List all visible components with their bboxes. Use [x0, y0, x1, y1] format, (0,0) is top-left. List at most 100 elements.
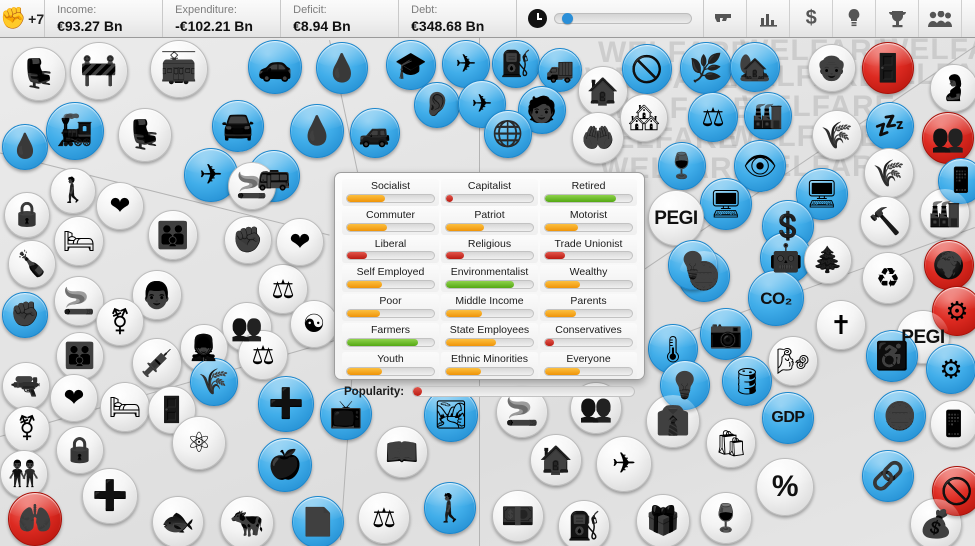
- lung-cancer-icon[interactable]: 🫁: [8, 492, 62, 546]
- voter-group-capitalist[interactable]: Capitalist: [441, 179, 538, 206]
- health-dollar-icon[interactable]: ➕: [258, 376, 314, 432]
- voter-group-parents[interactable]: Parents: [540, 294, 637, 321]
- camera-icon[interactable]: 📷: [700, 308, 752, 360]
- person-standing-icon[interactable]: 🚶: [50, 168, 96, 214]
- voter-group-middle-income[interactable]: Middle Income: [441, 294, 538, 321]
- housing-subsidy-icon[interactable]: 🏡: [730, 42, 780, 92]
- pegi-rating-icon[interactable]: PEGI: [648, 190, 704, 246]
- tram-icon[interactable]: 🚋: [150, 40, 208, 98]
- gdp-icon[interactable]: GDP: [762, 392, 814, 444]
- protest-crowd-icon[interactable]: 👥: [922, 112, 974, 164]
- petrol-tax-icon[interactable]: ⛽: [558, 500, 610, 546]
- voter-group-commuter[interactable]: Commuter: [342, 207, 439, 235]
- yinyang-icon[interactable]: ☯: [290, 300, 338, 348]
- water-research-icon[interactable]: 💧: [2, 124, 48, 170]
- grades-icon[interactable]: 📄: [292, 496, 344, 546]
- voter-group-patriot[interactable]: Patriot: [441, 207, 538, 235]
- voter-group-trade-unionist[interactable]: Trade Unionist: [540, 236, 637, 264]
- sleeping-gas-icon[interactable]: 💤: [866, 102, 914, 150]
- voter-group-state-employees[interactable]: State Employees: [441, 322, 538, 350]
- voter-group-ethnic-minorities[interactable]: Ethnic Minorities: [441, 351, 538, 379]
- voter-group-grid[interactable]: Socialist Capitalist Retired Commuter Patrio…: [342, 179, 637, 379]
- hearing-aid-icon[interactable]: 👂: [414, 82, 460, 128]
- legal-aid-icon[interactable]: ⚖: [358, 492, 410, 544]
- cannabis-leaf-icon[interactable]: 🌿: [680, 42, 732, 94]
- heart-money-icon[interactable]: ❤: [50, 374, 98, 422]
- elderly-person-icon[interactable]: 👴: [808, 44, 856, 92]
- voter-group-socialist[interactable]: Socialist: [342, 179, 439, 206]
- voter-group-environmentalist[interactable]: Environmentalist: [441, 265, 538, 293]
- water-minus-icon[interactable]: 💧: [316, 42, 368, 94]
- housing-blocks-icon[interactable]: 🏘: [620, 94, 668, 142]
- network-icon[interactable]: 🔗: [862, 450, 914, 502]
- voter-group-retired[interactable]: Retired: [540, 179, 637, 206]
- dollar-icon[interactable]: $: [790, 0, 834, 37]
- stacked-coins-icon[interactable]: 🪙: [874, 390, 926, 442]
- steam-train-icon[interactable]: 🚂: [46, 102, 104, 160]
- voter-group-self-employed[interactable]: Self Employed: [342, 265, 439, 293]
- no-dollar-icon[interactable]: 🚫: [622, 44, 672, 94]
- voter-group-wealthy[interactable]: Wealthy: [540, 265, 637, 293]
- percent-icon[interactable]: %: [756, 458, 814, 516]
- roadworks-icon[interactable]: 🚧: [70, 42, 128, 100]
- voter-group-conservatives[interactable]: Conservatives: [540, 322, 637, 350]
- monitor-plus-icon[interactable]: 🖥: [700, 178, 752, 230]
- car-minus-icon[interactable]: 🚘: [212, 100, 264, 152]
- fuel-pump-icon[interactable]: ⛽: [492, 40, 540, 88]
- agriculture-icon[interactable]: 🌾: [190, 358, 238, 406]
- seatbelt-icon[interactable]: 💺: [12, 47, 66, 101]
- fish-icon[interactable]: 🐟: [152, 496, 204, 546]
- broken-heart-icon[interactable]: ❤: [96, 182, 144, 230]
- transgender2-icon[interactable]: ⚧: [4, 406, 50, 452]
- airplane3-icon[interactable]: ✈: [596, 436, 652, 492]
- water-dollar-icon[interactable]: 💧: [290, 104, 344, 158]
- sales-tax-icon[interactable]: 🛍: [706, 418, 756, 468]
- voter-group-motorist[interactable]: Motorist: [540, 207, 637, 235]
- transgender-icon[interactable]: ⚧: [96, 298, 144, 346]
- time-progress-slider[interactable]: [554, 13, 693, 24]
- fist-blue-icon[interactable]: ✊: [2, 292, 48, 338]
- pistol2-icon[interactable]: 🔫: [2, 362, 50, 410]
- time-slider-knob[interactable]: [561, 13, 573, 24]
- alcohol-tax-icon[interactable]: 🍷: [700, 492, 752, 544]
- forest-icon[interactable]: 🌲: [804, 236, 852, 284]
- tools-icon[interactable]: 🔨: [860, 196, 910, 246]
- hospital-bed-icon[interactable]: 🛏: [54, 216, 104, 266]
- income-tax-icon[interactable]: 💵: [492, 490, 544, 542]
- traffic-icon[interactable]: 🚙: [350, 108, 400, 158]
- housing-benefit-icon[interactable]: 🏠: [530, 434, 582, 486]
- religious-bag-icon[interactable]: ✝: [816, 300, 866, 350]
- seatbelt2-icon[interactable]: 💺: [118, 108, 172, 162]
- hospital-bed2-icon[interactable]: 🛏: [100, 382, 150, 432]
- people-line-icon[interactable]: 👪: [56, 332, 104, 380]
- crowd-line-icon[interactable]: 👪: [148, 210, 198, 260]
- house-tax-icon[interactable]: 🏠: [578, 66, 628, 116]
- equality-icon[interactable]: ⚖: [688, 92, 738, 142]
- wine-bottle-icon[interactable]: 🍾: [8, 240, 56, 288]
- tablet-icon[interactable]: 📱: [930, 400, 975, 448]
- org-gear-icon[interactable]: ⚙: [926, 344, 975, 394]
- atom-icon[interactable]: ⚛: [172, 416, 226, 470]
- voter-group-liberal[interactable]: Liberal: [342, 236, 439, 264]
- voter-group-youth[interactable]: Youth: [342, 351, 439, 379]
- voter-group-farmers[interactable]: Farmers: [342, 322, 439, 350]
- eviction-icon[interactable]: 🚪: [862, 42, 914, 94]
- smoking-factory-icon[interactable]: 🏭: [744, 92, 792, 140]
- alcohol-icon[interactable]: 🍷: [658, 142, 706, 190]
- sleep-gm-icon[interactable]: 🌾: [812, 110, 862, 160]
- welfare-hand-icon[interactable]: 🤲: [572, 112, 624, 164]
- recycle-icon[interactable]: ♻: [862, 252, 914, 304]
- heart-dollar-icon[interactable]: ❤: [276, 218, 324, 266]
- settings-gear-icon[interactable]: [962, 0, 975, 37]
- lock2-icon[interactable]: 🔒: [56, 426, 104, 474]
- voter-group-religious[interactable]: Religious: [441, 236, 538, 264]
- livestock-research-icon[interactable]: 🐄: [220, 496, 274, 546]
- lightbulb-icon[interactable]: [833, 0, 877, 37]
- pistol-icon[interactable]: [704, 0, 748, 37]
- car-icon[interactable]: 🚗: [248, 40, 302, 94]
- apple-dollar-icon[interactable]: 🍎: [258, 438, 312, 492]
- trophy-icon[interactable]: [876, 0, 920, 37]
- voters-icon[interactable]: [919, 0, 963, 37]
- political-capital-indicator[interactable]: ✊ +7: [0, 0, 46, 37]
- gift-icon[interactable]: 🎁: [636, 494, 690, 546]
